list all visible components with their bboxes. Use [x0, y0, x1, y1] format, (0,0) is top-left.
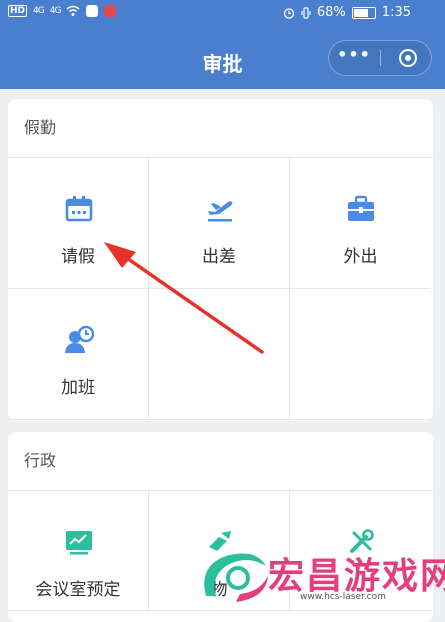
wifi-icon — [66, 5, 80, 16]
grid-item-business-trip[interactable]: 出差 — [149, 158, 290, 289]
grid-item-label: 外出 — [343, 247, 378, 267]
grid-item-label: 请假 — [61, 247, 95, 267]
close-circle-icon[interactable] — [399, 49, 417, 67]
grid-item-leave[interactable]: 请假 — [8, 158, 149, 289]
calendar-icon — [65, 196, 93, 222]
clock-time: 1:35 — [381, 5, 411, 20]
section-title: 假勤 — [8, 99, 433, 158]
capsule-divider — [380, 50, 381, 66]
mini-program-capsule: ••• — [328, 40, 432, 76]
app-notify-icon — [86, 5, 99, 17]
grid-item-empty — [290, 289, 431, 420]
grid-item-outing[interactable]: 外出 — [290, 158, 431, 289]
status-bar: HD 4G 4G 68% 1:35 — [0, 0, 445, 28]
battery-percent: 68% — [316, 5, 346, 20]
grid-item-overtime[interactable]: 加班 — [8, 289, 149, 420]
more-dots-icon[interactable]: ••• — [329, 41, 379, 75]
approval-grid: 请假 出差 外出 加班 — [8, 158, 433, 420]
hd-badge: HD — [8, 5, 28, 17]
watermark-url: www.hcs-laser.com — [300, 592, 386, 602]
section-title: 行政 — [8, 432, 433, 491]
vibrate-icon — [301, 6, 311, 19]
grid-item-empty — [149, 289, 290, 420]
signal-icon-2: 4G — [49, 6, 62, 16]
signal-icon: 4G — [33, 6, 45, 16]
person-clock-icon — [65, 325, 94, 353]
briefcase-icon — [348, 195, 374, 221]
battery-icon — [351, 6, 376, 19]
top-bar: HD 4G 4G 68% 1:35 审批 ••• — [0, 0, 445, 89]
grid-item-label: 出差 — [202, 247, 236, 267]
grid-item-label: 加班 — [61, 378, 95, 398]
grid-item-meeting-room[interactable]: 会议室预定 — [8, 491, 149, 611]
alarm-icon — [283, 7, 295, 19]
section-card-leave: 假勤 请假 出差 外出 加班 — [8, 99, 433, 421]
presentation-board-icon — [66, 531, 92, 555]
airplane-icon — [208, 201, 233, 222]
app-notify-icon-2 — [104, 5, 117, 17]
grid-item-label: 会议室预定 — [35, 580, 121, 600]
